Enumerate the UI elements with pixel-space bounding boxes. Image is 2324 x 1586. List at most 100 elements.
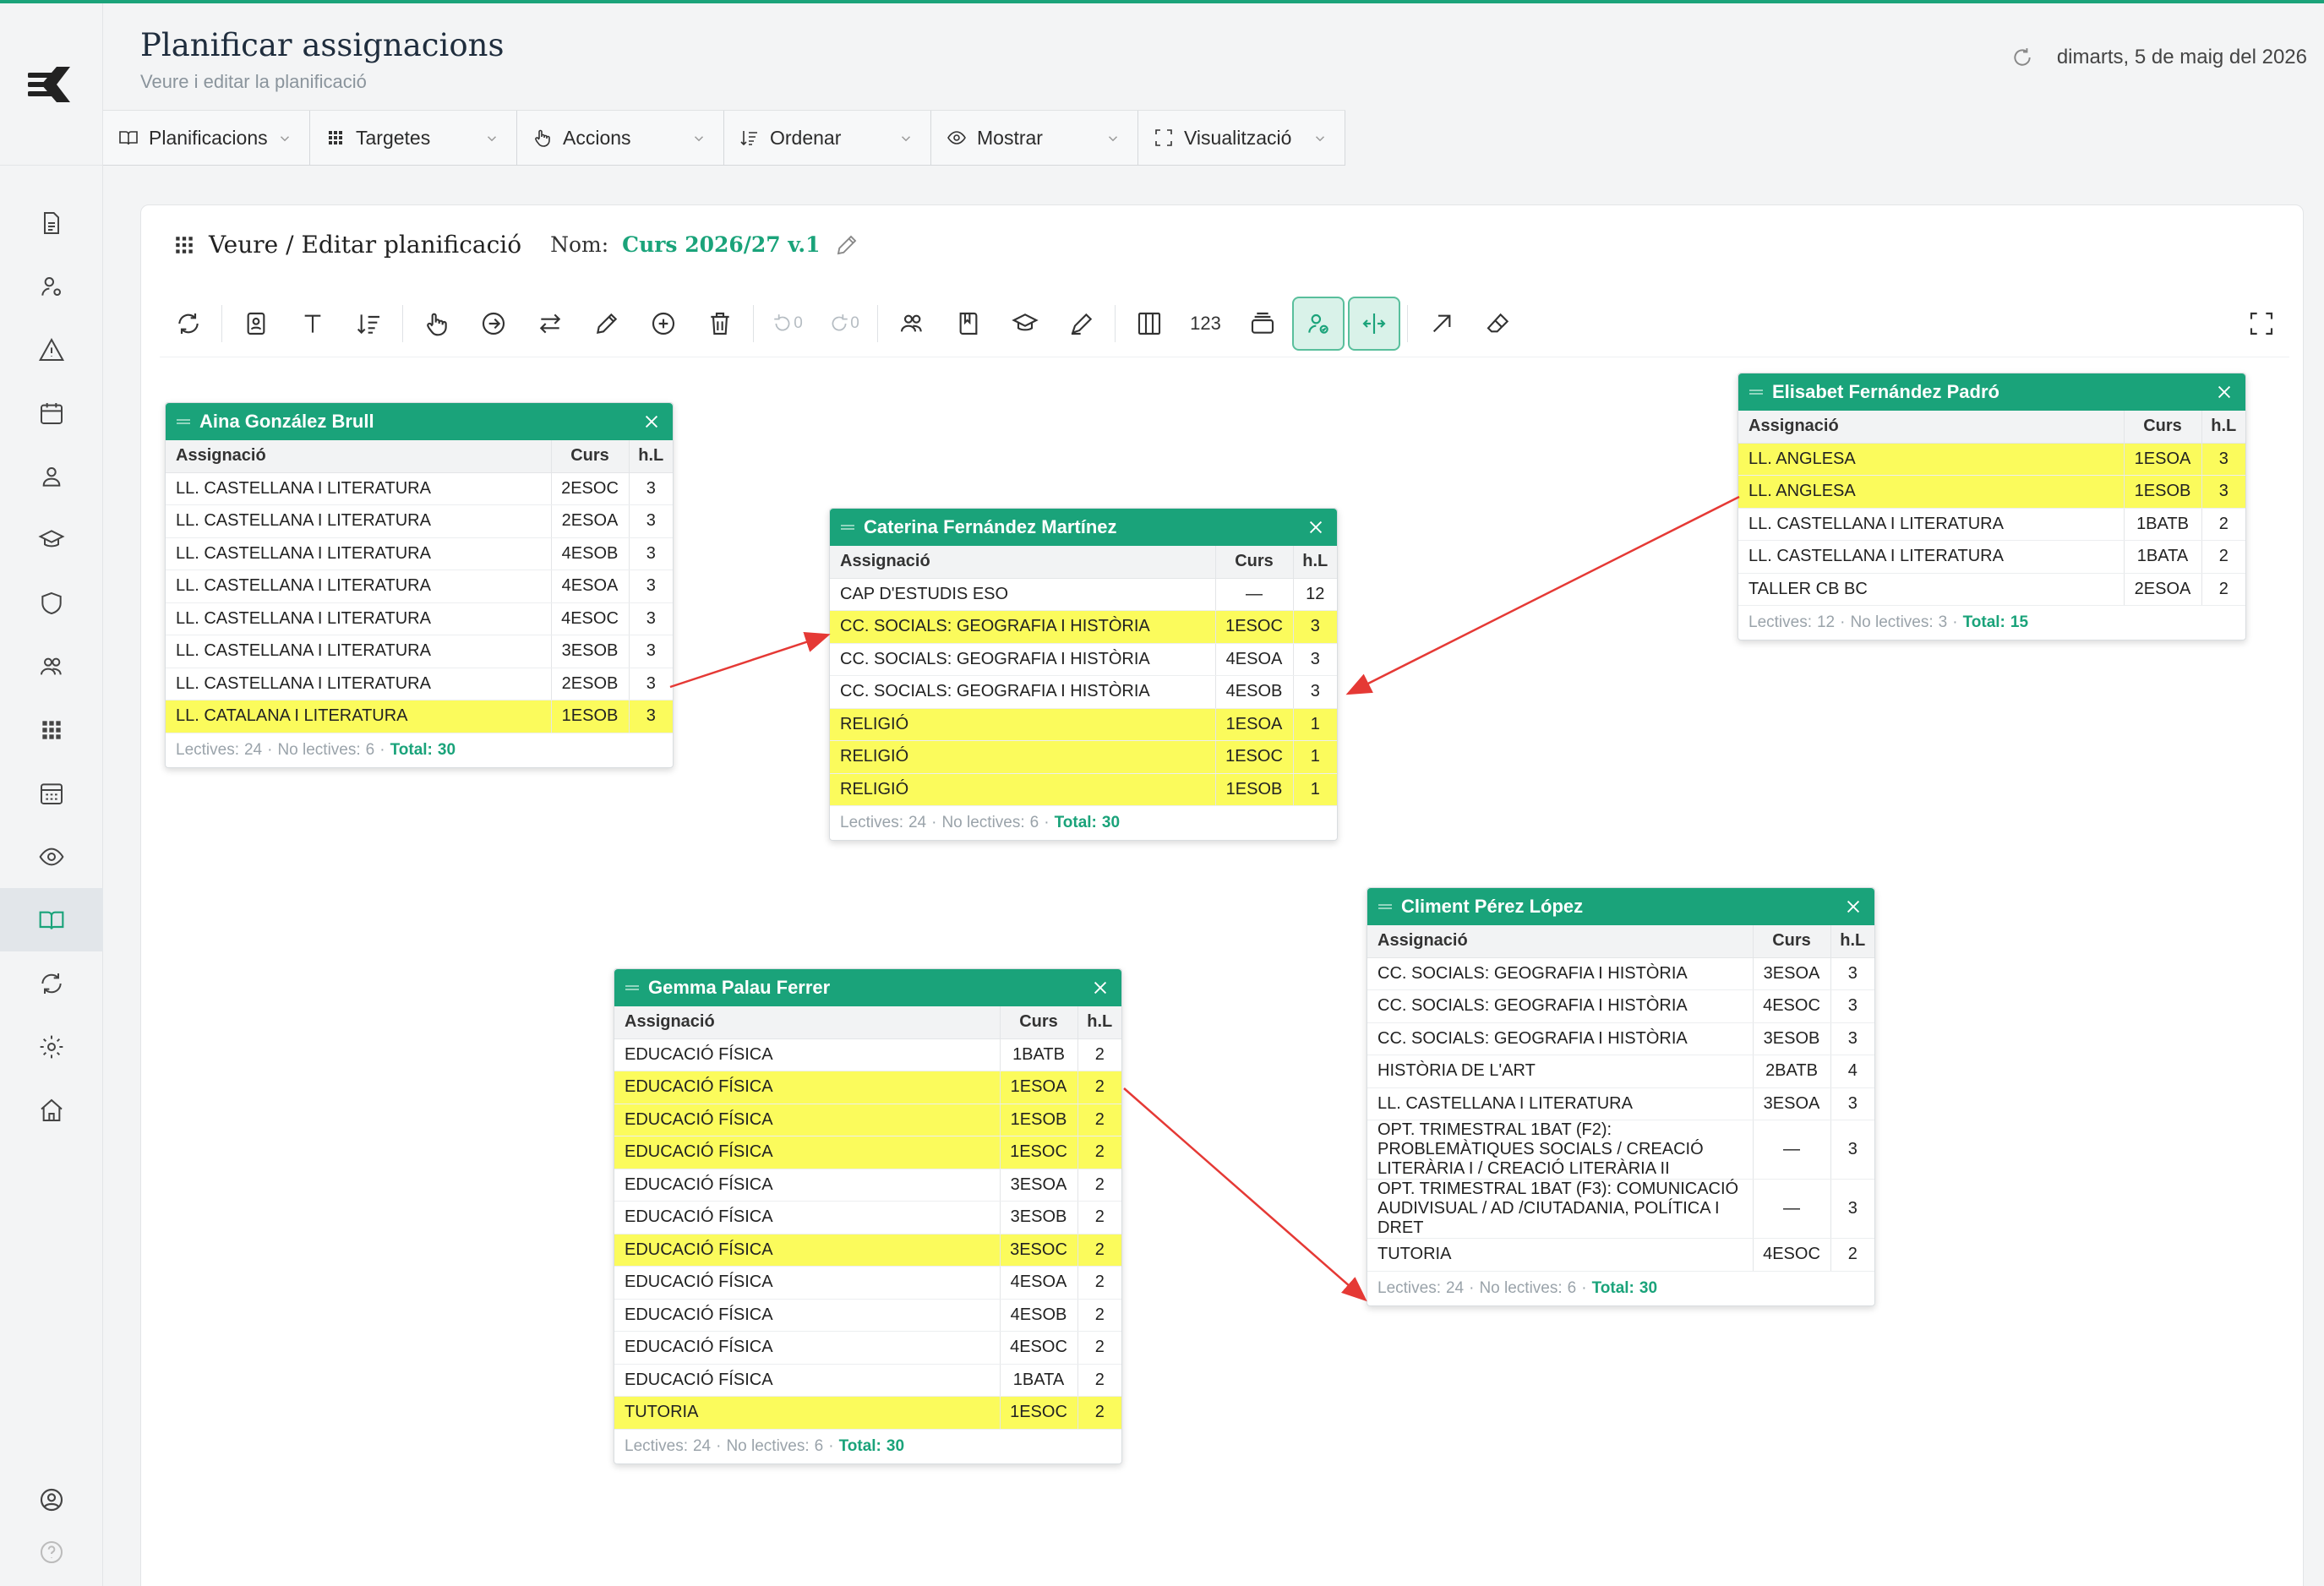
table-row[interactable]: EDUCACIÓ FÍSICA 4ESOA 2	[614, 1266, 1121, 1300]
teachers-button[interactable]	[883, 297, 940, 351]
teacher-card[interactable]: Climent Pérez López Assignació Curs h.L CC…	[1367, 887, 1875, 1306]
table-row[interactable]: EDUCACIÓ FÍSICA 4ESOC 2	[614, 1331, 1121, 1365]
drag-handle-icon[interactable]	[1748, 388, 1764, 396]
nav-grid[interactable]	[0, 698, 103, 761]
table-row[interactable]: EDUCACIÓ FÍSICA 3ESOB 2	[614, 1201, 1121, 1234]
table-row[interactable]: TUTORIA 1ESOC 2	[614, 1396, 1121, 1430]
text-button[interactable]	[284, 297, 341, 351]
table-row[interactable]: LL. CASTELLANA I LITERATURA 3ESOB 3	[166, 635, 673, 668]
nav-user-settings[interactable]	[0, 254, 103, 318]
sort-button[interactable]	[341, 297, 397, 351]
menu-ordenar[interactable]: Ordenar	[724, 111, 931, 165]
table-row[interactable]: RELIGIÓ 1ESOB 1	[830, 773, 1337, 806]
add-button[interactable]	[635, 297, 691, 351]
move-button[interactable]	[465, 297, 521, 351]
close-icon[interactable]	[642, 412, 661, 431]
close-icon[interactable]	[1091, 978, 1110, 997]
card-header[interactable]: Aina González Brull	[166, 403, 673, 440]
table-row[interactable]: LL. CASTELLANA I LITERATURA 2ESOC 3	[166, 472, 673, 505]
table-row[interactable]: CC. SOCIALS: GEOGRAFIA I HISTÒRIA 4ESOB 3	[830, 675, 1337, 709]
nav-view[interactable]	[0, 825, 103, 888]
table-row[interactable]: LL. CASTELLANA I LITERATURA 1BATB 2	[1738, 508, 2245, 541]
table-row[interactable]: OPT. TRIMESTRAL 1BAT (F2): PROBLEMÀTIQUE…	[1367, 1120, 1874, 1180]
nav-schedule[interactable]	[0, 761, 103, 825]
teacher-card[interactable]: Elisabet Fernández Padró Assignació Curs h…	[1738, 373, 2246, 640]
card-header[interactable]: Caterina Fernández Martínez	[830, 509, 1337, 546]
table-row[interactable]: HISTÒRIA DE L'ART 2BATB 4	[1367, 1055, 1874, 1088]
table-row[interactable]: RELIGIÓ 1ESOC 1	[830, 740, 1337, 774]
expand-horizontal-toggle[interactable]	[1348, 296, 1400, 351]
nav-account[interactable]	[0, 1474, 103, 1526]
nav-groups[interactable]	[0, 635, 103, 698]
delete-button[interactable]	[691, 297, 748, 351]
close-icon[interactable]	[1307, 518, 1325, 537]
eraser-button[interactable]	[1470, 297, 1526, 351]
nav-help[interactable]	[0, 1526, 103, 1578]
teacher-card[interactable]: Caterina Fernández Martínez Assignació Cu…	[829, 508, 1338, 841]
menu-targetes[interactable]: Targetes	[310, 111, 517, 165]
table-row[interactable]: OPT. TRIMESTRAL 1BAT (F3): COMUNICACIÓ A…	[1367, 1179, 1874, 1239]
edit-button[interactable]	[578, 297, 635, 351]
menu-accions[interactable]: Accions	[517, 111, 724, 165]
table-row[interactable]: LL. CASTELLANA I LITERATURA 4ESOB 3	[166, 537, 673, 570]
nav-settings[interactable]	[0, 1015, 103, 1078]
hand-tool-button[interactable]	[408, 297, 465, 351]
table-row[interactable]: LL. CASTELLANA I LITERATURA 3ESOA 3	[1367, 1087, 1874, 1120]
drag-handle-icon[interactable]	[176, 417, 191, 426]
menu-mostrar[interactable]: Mostrar	[931, 111, 1138, 165]
table-row[interactable]: LL. CASTELLANA I LITERATURA 2ESOA 3	[166, 504, 673, 538]
table-row[interactable]: CC. SOCIALS: GEOGRAFIA I HISTÒRIA 1ESOC 3	[830, 610, 1337, 644]
refresh-button[interactable]	[160, 297, 216, 351]
table-row[interactable]: EDUCACIÓ FÍSICA 3ESOA 2	[614, 1169, 1121, 1202]
courses-button[interactable]	[996, 297, 1053, 351]
refresh-icon[interactable]	[2011, 46, 2033, 68]
card-header[interactable]: Climent Pérez López	[1367, 888, 1874, 925]
card-header[interactable]: Elisabet Fernández Padró	[1738, 373, 2245, 411]
table-row[interactable]: EDUCACIÓ FÍSICA 4ESOB 2	[614, 1299, 1121, 1332]
columns-button[interactable]	[1121, 297, 1177, 351]
table-row[interactable]: LL. CASTELLANA I LITERATURA 4ESOA 3	[166, 570, 673, 603]
table-row[interactable]: CAP D'ESTUDIS ESO —12	[830, 578, 1337, 611]
redo-button[interactable]: 0	[816, 297, 872, 351]
nav-sync[interactable]	[0, 951, 103, 1015]
nav-home[interactable]	[0, 1078, 103, 1142]
table-row[interactable]: EDUCACIÓ FÍSICA 1ESOB 2	[614, 1104, 1121, 1136]
table-row[interactable]: LL. CASTELLANA I LITERATURA 4ESOC 3	[166, 602, 673, 635]
table-row[interactable]: TALLER CB BC 2ESOA 2	[1738, 573, 2245, 606]
table-row[interactable]: EDUCACIÓ FÍSICA 3ESOC 2	[614, 1234, 1121, 1267]
table-row[interactable]: LL. CASTELLANA I LITERATURA 1BATA 2	[1738, 540, 2245, 574]
teacher-card[interactable]: Gemma Palau Ferrer Assignació Curs h.L EDU…	[614, 968, 1122, 1464]
menu-planificacions[interactable]: Planificacions	[103, 111, 310, 165]
card-header[interactable]: Gemma Palau Ferrer	[614, 969, 1121, 1006]
nav-documents[interactable]	[0, 191, 103, 254]
menu-visualitzacio[interactable]: Visualització	[1138, 111, 1345, 165]
table-row[interactable]: EDUCACIÓ FÍSICA 1BATB 2	[614, 1038, 1121, 1071]
table-row[interactable]: TUTORIA 4ESOC 2	[1367, 1238, 1874, 1272]
table-row[interactable]: CC. SOCIALS: GEOGRAFIA I HISTÒRIA 3ESOB 3	[1367, 1022, 1874, 1055]
table-row[interactable]: EDUCACIÓ FÍSICA 1BATA 2	[614, 1364, 1121, 1397]
drag-handle-icon[interactable]	[1377, 902, 1393, 911]
table-row[interactable]: EDUCACIÓ FÍSICA 1ESOA 2	[614, 1071, 1121, 1104]
swap-button[interactable]	[521, 297, 578, 351]
highlight-button[interactable]	[1053, 297, 1110, 351]
plan-name[interactable]: Curs 2026/27 v.1	[622, 232, 820, 257]
teacher-card[interactable]: Aina González Brull Assignació Curs h.L LL…	[165, 402, 674, 768]
arrow-tool-button[interactable]	[1413, 297, 1470, 351]
table-row[interactable]: LL. CASTELLANA I LITERATURA 2ESOB 3	[166, 668, 673, 700]
drag-handle-icon[interactable]	[625, 984, 640, 992]
table-row[interactable]: LL. ANGLESA 1ESOB 3	[1738, 475, 2245, 509]
drag-handle-icon[interactable]	[840, 523, 855, 531]
nav-user[interactable]	[0, 444, 103, 508]
table-row[interactable]: EDUCACIÓ FÍSICA 1ESOC 2	[614, 1136, 1121, 1169]
table-row[interactable]: RELIGIÓ 1ESOA 1	[830, 708, 1337, 741]
nav-warnings[interactable]	[0, 318, 103, 381]
nav-planning[interactable]	[0, 888, 103, 951]
table-row[interactable]: LL. ANGLESA 1ESOA 3	[1738, 443, 2245, 476]
nav-security[interactable]	[0, 571, 103, 635]
table-row[interactable]: LL. CATALANA I LITERATURA 1ESOB 3	[166, 700, 673, 733]
app-logo[interactable]	[0, 3, 103, 166]
table-row[interactable]: CC. SOCIALS: GEOGRAFIA I HISTÒRIA 4ESOA 3	[830, 643, 1337, 676]
undo-button[interactable]: 0	[759, 297, 816, 351]
assign-teacher-toggle[interactable]	[1292, 296, 1345, 351]
subjects-button[interactable]	[940, 297, 996, 351]
